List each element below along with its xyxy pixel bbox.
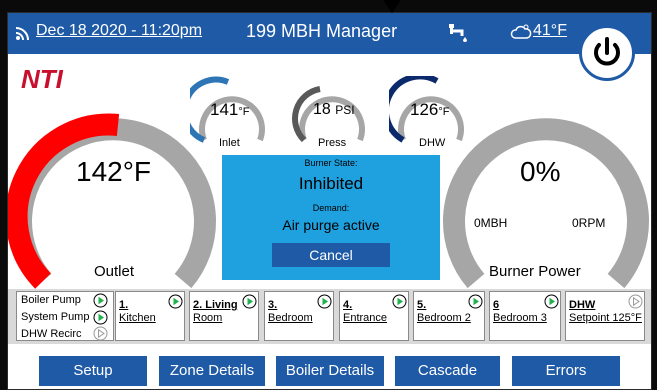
boiler-details-button[interactable]: Boiler Details xyxy=(276,356,384,386)
boiler-manager-screen: Dec 18 2020 - 11:20pm 199 MBH Manager 41… xyxy=(7,12,652,390)
zone-card-4[interactable]: 4. Entrance xyxy=(339,291,409,341)
header-bar: Dec 18 2020 - 11:20pm 199 MBH Manager 41… xyxy=(8,13,651,54)
cancel-button[interactable]: Cancel xyxy=(272,243,390,267)
zone-card-3[interactable]: 3. Bedroom xyxy=(264,291,334,341)
system-pump-play-icon[interactable] xyxy=(93,310,108,325)
zone-2-play-icon[interactable] xyxy=(242,294,257,309)
zone-card-5[interactable]: 5. Bedroom 2 xyxy=(413,291,485,341)
dhw-recirc-play-icon[interactable] xyxy=(93,326,108,341)
demand-value: Air purge active xyxy=(282,217,380,233)
zone-name: 3. Bedroom xyxy=(268,299,313,324)
zone-name: 6 Bedroom 3 xyxy=(493,299,547,324)
setup-button[interactable]: Setup xyxy=(39,356,147,386)
cascade-button[interactable]: Cascade xyxy=(395,356,500,386)
system-pump-label: System Pump xyxy=(21,311,90,323)
pumps-card: Boiler Pump System Pump DHW Recirc xyxy=(16,291,114,341)
nti-logo: NTI xyxy=(21,64,64,93)
burner-state-panel: Burner State: Inhibited Demand: Air purg… xyxy=(222,155,440,280)
faucet-icon xyxy=(449,24,467,42)
zone-card-6[interactable]: 6 Bedroom 3 xyxy=(489,291,561,341)
power-button[interactable] xyxy=(579,25,635,81)
burner-state-value: Inhibited xyxy=(298,174,364,193)
outdoor-temp-link[interactable]: 41°F xyxy=(533,22,567,40)
zone-card-2[interactable]: 2. Living Room xyxy=(189,291,259,341)
burner-mbh: 0MBH xyxy=(474,216,508,230)
zone-4-play-icon[interactable] xyxy=(392,294,407,309)
zone-details-button[interactable]: Zone Details xyxy=(159,356,265,386)
burner-power-label: Burner Power xyxy=(489,263,581,280)
weather-icon xyxy=(510,24,532,39)
zone-5-play-icon[interactable] xyxy=(468,294,483,309)
burner-rpm: 0RPM xyxy=(572,216,606,230)
zone-6-play-icon[interactable] xyxy=(544,294,559,309)
pressure-label: Press xyxy=(318,137,347,149)
outlet-label: Outlet xyxy=(94,263,135,280)
dhw-play-icon[interactable] xyxy=(628,294,643,309)
dhw-recirc-label: DHW Recirc xyxy=(21,328,82,340)
zone-1-play-icon[interactable] xyxy=(168,294,183,309)
zone-card-1[interactable]: 1. Kitchen xyxy=(115,291,185,341)
inlet-label: Inlet xyxy=(219,137,240,149)
demand-label: Demand: xyxy=(312,203,350,213)
zone-name: 1. Kitchen xyxy=(119,299,156,324)
date-time-link[interactable]: Dec 18 2020 - 11:20pm xyxy=(36,22,202,40)
wifi-icon xyxy=(15,27,29,41)
zone-name: 2. Living Room xyxy=(193,299,238,324)
page-title: 199 MBH Manager xyxy=(246,21,398,41)
pressure-value: 18 PSI xyxy=(313,101,355,118)
svg-text:NTI: NTI xyxy=(21,64,64,93)
zone-name: 4. Entrance xyxy=(343,299,388,324)
zone-name: 5. Bedroom 2 xyxy=(417,299,471,324)
burner-power-value: 0% xyxy=(520,156,561,187)
power-icon xyxy=(594,37,620,66)
zone-card-dhw[interactable]: DHW Setpoint 125°F xyxy=(565,291,645,341)
nav-bar: Setup Zone Details Boiler Details Cascad… xyxy=(8,349,651,389)
boiler-pump-play-icon[interactable] xyxy=(93,293,108,308)
zone-status-bar: Boiler Pump System Pump DHW Recirc 1. Kit… xyxy=(8,289,651,344)
errors-button[interactable]: Errors xyxy=(512,356,620,386)
top-indicator-arrow xyxy=(383,0,401,13)
zone-3-play-icon[interactable] xyxy=(317,294,332,309)
burner-state-label: Burner State: xyxy=(304,158,358,168)
boiler-pump-label: Boiler Pump xyxy=(21,294,81,306)
outlet-value: 142°F xyxy=(76,156,152,187)
